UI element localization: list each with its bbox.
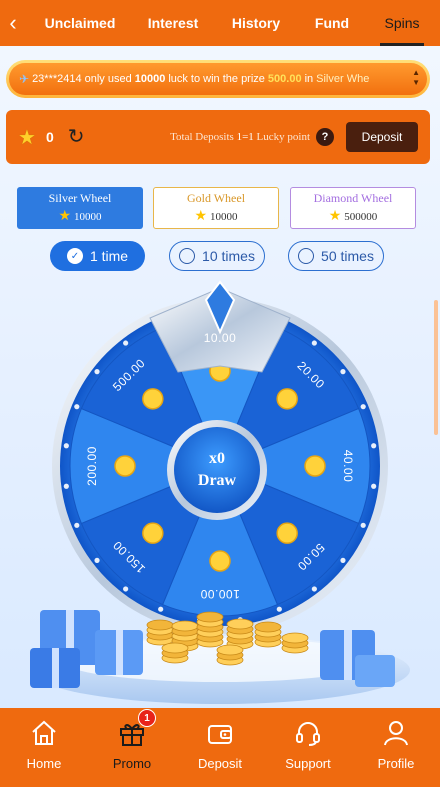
bottom-nav: Home 1 Promo Deposit Support Profile (0, 708, 440, 787)
wheel-cost: 10000 (74, 210, 102, 223)
wheel-name: Gold Wheel (186, 191, 246, 205)
headset-icon (296, 722, 320, 746)
tab-unclaimed[interactable]: Unclaimed (26, 0, 134, 46)
deposit-button[interactable]: Deposit (346, 122, 418, 152)
wheel-type-selector: Silver Wheel ★ 10000 Gold Wheel ★ 10000 Di… (17, 187, 417, 229)
gold-wheel-option[interactable]: Gold Wheel ★ 10000 (153, 187, 279, 229)
marquee-text-middle: luck to win the prize (168, 73, 265, 85)
wheel-segment-value: 200.00 (85, 446, 99, 486)
nav-deposit[interactable]: Deposit (176, 708, 264, 787)
prize-wheel: 10.00 20.00 40.00 50.00 100.00 150.00 200.00 50… (0, 280, 440, 708)
rule-ratio: 1=1 (236, 131, 254, 143)
spin-10-times-option[interactable]: 10 times (169, 241, 265, 271)
home-icon (32, 720, 56, 745)
gift-boxes-right-icon (320, 630, 395, 687)
marquee-prize: 500.00 (267, 73, 302, 85)
wheel-cost: 500000 (344, 210, 378, 223)
marquee-scroll-arrows[interactable]: ▲ ▼ (412, 68, 420, 88)
wheel-cost: 10000 (210, 210, 238, 223)
nav-promo[interactable]: 1 Promo (88, 708, 176, 787)
spin-count-label: 1 time (89, 248, 129, 264)
nav-home[interactable]: Home (0, 708, 88, 787)
wheel-name: Silver Wheel (48, 191, 112, 205)
nav-support[interactable]: Support (264, 708, 352, 787)
radio-icon (298, 248, 315, 264)
marquee-amount: 10000 (134, 73, 166, 85)
winner-marquee: ✈ 23***2414 only used 10000 luck to win … (6, 60, 430, 98)
wheel-name: Diamond Wheel (313, 191, 393, 205)
spin-count-selector: ✓ 1 time 10 times 50 times (50, 241, 390, 271)
draw-button[interactable]: x0 Draw (171, 424, 263, 516)
star-icon: ★ (18, 126, 36, 149)
coin-icon (142, 388, 164, 410)
lucky-points-value: 0 (45, 129, 54, 145)
coin-icon (209, 550, 231, 572)
draw-label: Draw (197, 472, 237, 489)
wheel-segment-value: 100.00 (200, 587, 240, 601)
wallet-icon (208, 725, 232, 744)
top-tab-bar: ‹ Unclaimed Interest History Fund Spins (0, 0, 440, 46)
nav-label: Deposit (197, 756, 243, 771)
tab-interest[interactable]: Interest (134, 0, 212, 46)
nav-label: Profile (377, 756, 415, 771)
nav-label: Support (285, 756, 331, 771)
user-icon (384, 721, 408, 746)
spin-50-times-option[interactable]: 50 times (288, 241, 384, 271)
chevron-down-icon[interactable]: ▼ (412, 78, 420, 88)
spin-count-label: 50 times (321, 248, 374, 264)
spin-1-time-option[interactable]: ✓ 1 time (50, 241, 145, 271)
diamond-wheel-option[interactable]: Diamond Wheel ★ 500000 (290, 187, 416, 229)
chevron-up-icon[interactable]: ▲ (412, 68, 420, 78)
chevron-left-icon[interactable]: ‹ (0, 0, 26, 46)
wheel-segment-value: 10.00 (203, 331, 237, 345)
nav-profile[interactable]: Profile (352, 708, 440, 787)
marquee-text-after: in (304, 73, 314, 85)
coin-icon (276, 522, 298, 544)
rule-prefix: Total Deposits (170, 131, 234, 143)
star-icon: ★ (58, 209, 72, 224)
page-scrollbar[interactable] (434, 300, 438, 435)
tab-history[interactable]: History (212, 0, 300, 46)
tab-fund[interactable]: Fund (300, 0, 364, 46)
check-icon: ✓ (66, 248, 83, 264)
marquee-wheel: Silver Whe (316, 73, 370, 85)
wheel-segment-value: 40.00 (341, 449, 355, 483)
nav-label: Promo (112, 756, 152, 771)
star-icon: ★ (328, 209, 342, 224)
promo-badge: 1 (138, 709, 156, 727)
coin-icon (114, 455, 136, 477)
draw-multiplier: x0 (209, 450, 225, 467)
coin-icon (304, 455, 326, 477)
nav-label: Home (26, 756, 62, 771)
marquee-user: 23***2414 (32, 73, 82, 85)
deposit-rule-text: Total Deposits 1=1 Lucky point (170, 131, 310, 143)
help-icon[interactable]: ? (316, 128, 334, 146)
star-icon: ★ (194, 209, 208, 224)
lucky-points-bar: ★ 0 ↻ Total Deposits 1=1 Lucky point ? D… (6, 110, 430, 164)
airplane-icon: ✈ (19, 72, 30, 86)
silver-wheel-option[interactable]: Silver Wheel ★ 10000 (17, 187, 143, 229)
coin-icon (142, 522, 164, 544)
radio-icon (179, 248, 196, 264)
refresh-icon[interactable]: ↻ (68, 127, 85, 147)
spin-count-label: 10 times (202, 248, 255, 264)
coin-icon (276, 388, 298, 410)
tab-spins[interactable]: Spins (364, 0, 440, 46)
rule-suffix: Lucky point (256, 131, 310, 143)
marquee-text-before: only used (84, 73, 132, 85)
